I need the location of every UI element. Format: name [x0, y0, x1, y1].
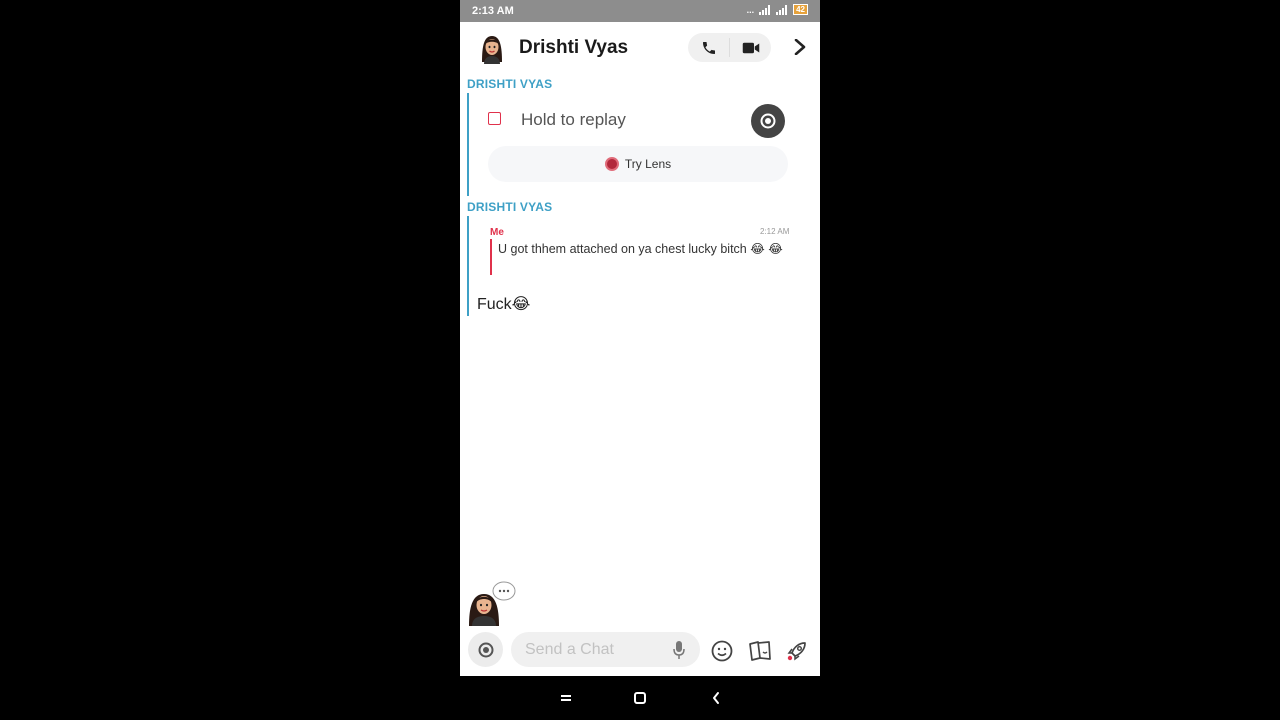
snap-thread-line — [467, 93, 469, 196]
network-dots: ... — [746, 4, 755, 15]
signal-icon-2 — [776, 4, 788, 15]
home-icon — [634, 692, 646, 704]
try-lens-button[interactable]: Try Lens — [488, 146, 788, 182]
signal-icon — [759, 4, 771, 15]
quoted-message[interactable]: U got thhem attached on ya chest lucky b… — [498, 241, 790, 258]
reply-sender-label: DRISHTI VYAS — [467, 200, 553, 214]
quote-timestamp: 2:12 AM — [760, 227, 790, 236]
chat-composer — [460, 626, 820, 676]
video-icon — [742, 42, 759, 53]
home-nav-button[interactable] — [630, 688, 650, 708]
snap-status-text: Hold to replay — [521, 110, 626, 129]
status-icons: ... 42 — [747, 4, 808, 15]
chat-screen: Drishti Vyas DRISHTI VYAS Hold to replay… — [460, 22, 820, 676]
status-bar: 2:13 AM ... 42 — [460, 0, 820, 22]
sticker-icon — [749, 641, 771, 661]
phone-icon — [702, 41, 715, 54]
rocket-icon — [787, 642, 806, 661]
quote-sender: Me — [490, 227, 504, 238]
camera-button[interactable] — [468, 632, 503, 667]
battery-icon: 42 — [793, 4, 808, 15]
voice-call-button[interactable] — [688, 33, 729, 62]
contact-avatar[interactable] — [478, 32, 506, 64]
chat-message[interactable]: Fuck😂 — [477, 294, 530, 314]
reply-thread-line — [467, 216, 469, 316]
smiley-icon — [711, 640, 733, 662]
back-icon — [713, 692, 719, 704]
status-time: 2:13 AM — [472, 5, 514, 17]
system-nav-bar — [460, 676, 820, 720]
reply-camera-button[interactable] — [751, 104, 785, 138]
contact-name[interactable]: Drishti Vyas — [519, 37, 628, 59]
typing-bitmoji — [469, 581, 516, 626]
snap-sender-label: DRISHTI VYAS — [467, 77, 553, 91]
menu-icon — [561, 695, 571, 701]
camera-icon — [760, 113, 776, 129]
snap-status-icon — [488, 112, 501, 125]
video-call-button[interactable] — [730, 33, 771, 62]
lens-icon — [604, 157, 619, 171]
stickers-button[interactable] — [747, 638, 773, 664]
games-button[interactable] — [784, 638, 810, 664]
menu-nav-button[interactable] — [556, 688, 576, 708]
chat-header: Drishti Vyas — [460, 22, 820, 74]
profile-chevron-button[interactable] — [790, 36, 810, 58]
bitmoji-button[interactable] — [709, 638, 735, 664]
quote-bar — [490, 239, 492, 275]
chevron-right-icon — [794, 39, 806, 55]
camera-icon — [478, 642, 493, 657]
try-lens-label: Try Lens — [624, 157, 672, 171]
call-controls — [688, 33, 771, 62]
phone-screen: 2:13 AM ... 42 Drishti Vyas DRISHTI VYAS… — [460, 0, 820, 720]
mic-icon[interactable] — [672, 640, 686, 660]
back-nav-button[interactable] — [706, 688, 726, 708]
